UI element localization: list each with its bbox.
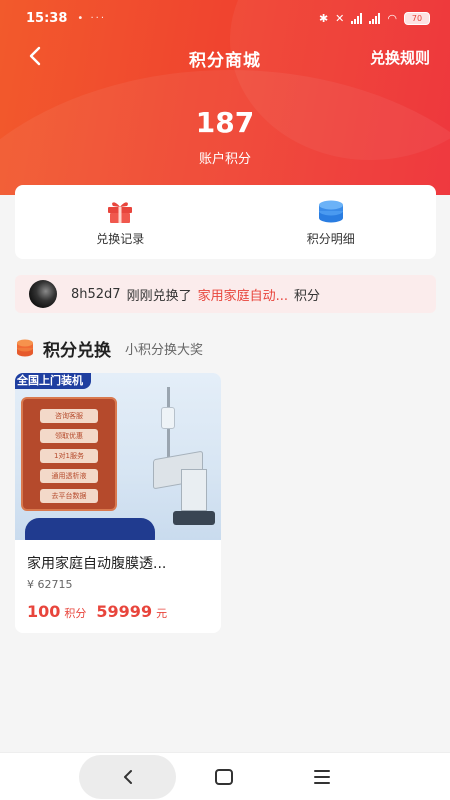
image-tag: 去平台数据 <box>40 489 98 503</box>
shortcut-card: 兑换记录 积分明细 <box>15 185 436 259</box>
system-back-button[interactable] <box>79 755 176 799</box>
price-points-unit: 积分 <box>64 607 87 620</box>
points-detail-label: 积分明细 <box>306 231 355 246</box>
gift-icon <box>108 201 133 223</box>
signal-icon-2 <box>369 12 381 24</box>
product-name: 家用家庭自动腹膜透... <box>27 556 167 572</box>
status-bar: 15:38 • ··· ✱ ✕ ◠ 70 <box>0 0 450 36</box>
ticker-user: 8h52d7 <box>71 286 121 302</box>
price-cash: 59999 <box>96 602 153 621</box>
product-original-price: ¥ 62715 <box>27 578 73 591</box>
system-navigation-bar <box>0 752 450 800</box>
wifi-icon: ◠ <box>387 11 397 25</box>
mute-icon: ✕ <box>335 11 345 25</box>
device-base <box>173 511 215 525</box>
exchange-records-button[interactable]: 兑换记录 <box>15 185 226 259</box>
exchange-rules-link[interactable]: 兑换规则 <box>370 47 430 68</box>
status-icons: ✱ ✕ ◠ 70 <box>318 11 430 25</box>
home-icon[interactable] <box>214 768 234 786</box>
coin-stack-icon <box>17 339 33 357</box>
price-points: 100 <box>27 602 61 621</box>
points-detail-button[interactable]: 积分明细 <box>226 185 437 259</box>
image-tag: 咨询客服 <box>40 409 98 423</box>
section-title: 积分兑换 <box>43 340 111 361</box>
ticker-item: 家用家庭自动... <box>197 288 288 304</box>
device-body <box>181 469 207 511</box>
back-icon <box>123 770 132 784</box>
device-bag <box>161 407 175 429</box>
bluetooth-icon: ✱ <box>318 11 329 25</box>
ticker-suffix: 积分 <box>294 288 321 304</box>
top-navbar: 积分商城 兑换规则 <box>0 38 450 74</box>
battery-icon: 70 <box>404 11 430 25</box>
coin-stack-icon <box>318 200 343 222</box>
image-banner: 全国上门装机 <box>15 373 91 389</box>
status-time: 15:38 <box>26 10 68 26</box>
avatar <box>29 280 57 308</box>
points-label: 账户积分 <box>198 152 251 167</box>
ticker-action: 刚刚兑换了 <box>126 288 192 304</box>
image-footer-shape <box>25 518 155 540</box>
price-cash-unit: 元 <box>156 607 168 620</box>
product-image: 全国上门装机 咨询客服 领取优惠 1对1服务 通用透析液 去平台数据 <box>15 373 221 540</box>
exchange-records-label: 兑换记录 <box>96 231 145 246</box>
signal-icon <box>351 12 363 24</box>
section-header: 积分兑换 小积分换大奖 <box>15 336 204 361</box>
exchange-ticker: 8h52d7 刚刚兑换了 家用家庭自动... 积分 <box>15 275 436 313</box>
status-extra: • ··· <box>77 12 107 24</box>
section-subtitle: 小积分换大奖 <box>125 342 204 358</box>
image-panel: 咨询客服 领取优惠 1对1服务 通用透析液 去平台数据 <box>21 397 117 511</box>
menu-icon[interactable] <box>312 767 332 787</box>
image-tag: 领取优惠 <box>40 429 98 443</box>
product-price: 100 积分 59999 元 <box>27 602 167 621</box>
product-card[interactable]: 全国上门装机 咨询客服 领取优惠 1对1服务 通用透析液 去平台数据 家用家庭自… <box>15 373 221 633</box>
image-tag: 通用透析液 <box>40 469 98 483</box>
points-value: 187 <box>195 106 255 139</box>
image-tag: 1对1服务 <box>40 449 98 463</box>
